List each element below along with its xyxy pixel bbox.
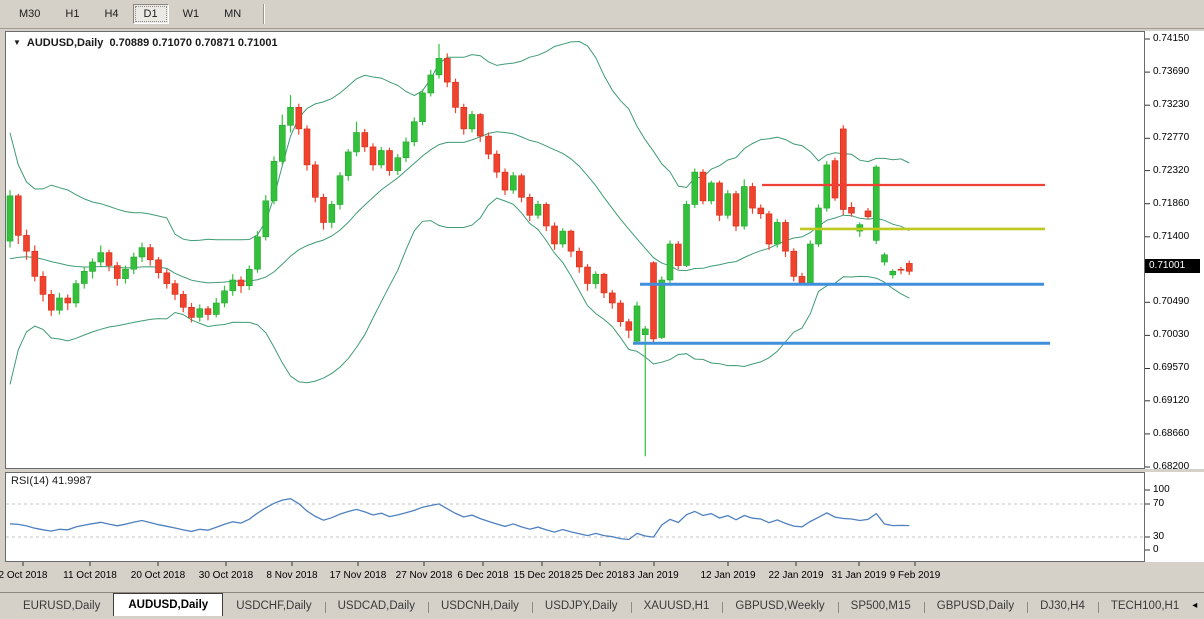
- chart-tab-usdcad[interactable]: USDCAD,Daily: [325, 596, 428, 616]
- price-axis-label: 0.71400: [1153, 231, 1189, 242]
- date-axis-label: 15 Dec 2018: [514, 570, 571, 581]
- price-axis-label: 0.72320: [1153, 165, 1189, 176]
- timeframe-button-w1[interactable]: W1: [172, 4, 211, 24]
- rsi-indicator-pane[interactable]: [5, 472, 1145, 562]
- price-axis-label: 0.69120: [1153, 395, 1189, 406]
- chart-tabs-bar: EURUSD,DailyAUDUSD,DailyUSDCHF,DailyUSDC…: [0, 592, 1204, 616]
- chart-title: ▼ AUDUSD,Daily 0.70889 0.71070 0.70871 0.…: [13, 37, 278, 49]
- date-axis-label: 3 Jan 2019: [629, 570, 679, 581]
- price-axis-label: 0.72770: [1153, 132, 1189, 143]
- price-axis-label: 0.73690: [1153, 66, 1189, 77]
- chart-tab-usdchf[interactable]: USDCHF,Daily: [223, 596, 324, 616]
- date-axis-label: 8 Nov 2018: [266, 570, 317, 581]
- date-axis-label: 9 Feb 2019: [890, 570, 941, 581]
- date-axis-label: 27 Nov 2018: [396, 570, 453, 581]
- chart-tab-xauusd[interactable]: XAUUSD,H1: [631, 596, 723, 616]
- price-axis-label: 0.70490: [1153, 296, 1189, 307]
- chart-tab-usdjpy[interactable]: USDJPY,Daily: [532, 596, 631, 616]
- price-axis-label: 0.71860: [1153, 198, 1189, 209]
- date-axis-label: 12 Jan 2019: [700, 570, 755, 581]
- date-axis-label: 22 Jan 2019: [768, 570, 823, 581]
- rsi-label: RSI(14) 41.9987: [11, 475, 92, 487]
- price-axis-label: 0.74150: [1153, 33, 1189, 44]
- chart-tab-dj30[interactable]: DJ30,H4: [1027, 596, 1098, 616]
- chart-tab-tech100[interactable]: TECH100,H1: [1098, 596, 1192, 616]
- chart-tab-gbpusd[interactable]: GBPUSD,Weekly: [722, 596, 837, 616]
- toolbar-separator: [263, 4, 265, 24]
- current-price-badge: 0.71001: [1145, 259, 1200, 273]
- chart-tab-audusd[interactable]: AUDUSD,Daily: [113, 593, 223, 616]
- tab-scroll-left-icon[interactable]: ◂: [1192, 600, 1197, 611]
- date-axis-label: 2 Oct 2018: [0, 570, 47, 581]
- price-axis-label: 0.68200: [1153, 461, 1189, 472]
- mt4-window: { "toolbar": {"buttons": ["M30", "H1", "…: [0, 0, 1204, 619]
- timeframe-button-d1[interactable]: D1: [133, 4, 169, 24]
- rsi-axis-label: 70: [1153, 498, 1164, 509]
- chart-tab-gbpusd[interactable]: GBPUSD,Daily: [924, 596, 1027, 616]
- date-axis-label: 20 Oct 2018: [131, 570, 185, 581]
- price-axis-label: 0.68660: [1153, 428, 1189, 439]
- chart-tab-sp500[interactable]: SP500,M15: [838, 596, 924, 616]
- main-chart-pane[interactable]: [5, 31, 1145, 469]
- date-axis-label: 6 Dec 2018: [457, 570, 508, 581]
- chart-context-arrow-icon[interactable]: ▼: [13, 38, 21, 47]
- pane-splitter[interactable]: [0, 469, 1204, 472]
- chart-tab-eurusd[interactable]: EURUSD,Daily: [10, 596, 113, 616]
- price-axis-label: 0.73230: [1153, 99, 1189, 110]
- date-axis-label: 25 Dec 2018: [572, 570, 629, 581]
- rsi-axis-label: 30: [1153, 531, 1164, 542]
- date-axis-label: 11 Oct 2018: [63, 570, 117, 581]
- price-axis-label: 0.69570: [1153, 362, 1189, 373]
- timeframe-button-mn[interactable]: MN: [213, 4, 252, 24]
- timeframe-button-m30[interactable]: M30: [8, 4, 51, 24]
- date-axis-label: 17 Nov 2018: [330, 570, 387, 581]
- date-axis-label: 30 Oct 2018: [199, 570, 253, 581]
- tab-scroll-arrows: ◂ ▸: [1192, 600, 1204, 616]
- timeframe-button-h4[interactable]: H4: [93, 4, 129, 24]
- rsi-axis-label: 100: [1153, 484, 1170, 495]
- timeframe-toolbar: M30H1H4D1W1MN: [0, 0, 1204, 29]
- chart-tab-usdcnh[interactable]: USDCNH,Daily: [428, 596, 532, 616]
- chart-title-text: AUDUSD,Daily 0.70889 0.71070 0.70871 0.7…: [27, 37, 278, 49]
- rsi-axis-label: 0: [1153, 544, 1159, 555]
- date-axis-label: 31 Jan 2019: [831, 570, 886, 581]
- timeframe-button-h1[interactable]: H1: [54, 4, 90, 24]
- price-axis-label: 0.70030: [1153, 329, 1189, 340]
